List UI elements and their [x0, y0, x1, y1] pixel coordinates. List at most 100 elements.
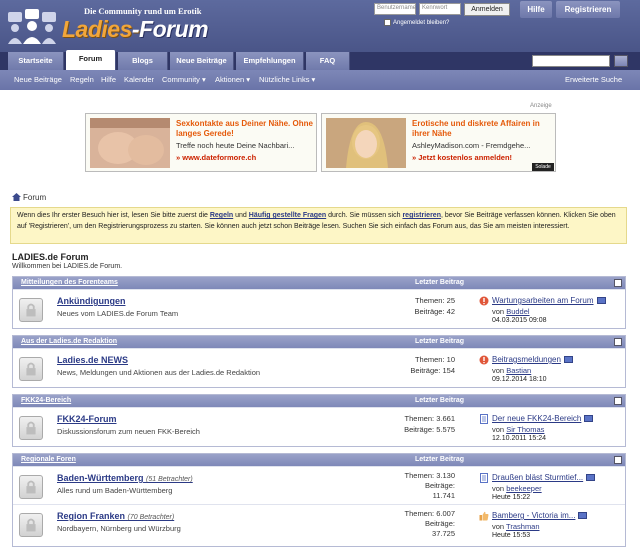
forum-lock-icon	[19, 298, 43, 322]
username-input[interactable]: Benutzername	[374, 3, 416, 15]
last-post-author: von Sir Thomas	[492, 425, 544, 434]
search-input[interactable]	[532, 55, 610, 67]
site-logo[interactable]: Die Community rund um Erotik Ladies-Foru…	[6, 2, 246, 48]
remember-me[interactable]: Angemeldet bleiben?	[384, 19, 449, 26]
forum-lock-icon	[19, 475, 43, 499]
last-post-title-text[interactable]: Bamberg - Victoria im...	[492, 511, 575, 520]
tab-blogs[interactable]: Blogs	[118, 52, 168, 70]
advanced-search-link[interactable]: Erweiterte Suche	[565, 70, 622, 90]
forum-row: Ankündigungen Neues vom LADIES.de Forum …	[13, 289, 625, 327]
notice-faq-link[interactable]: Häufig gestellte Fragen	[249, 212, 326, 219]
collapse-icon[interactable]	[614, 279, 622, 287]
notice-rules-link[interactable]: Regeln	[210, 212, 233, 219]
document-icon	[480, 473, 488, 483]
forum-posts-count: 37.725	[432, 529, 455, 538]
forum-description: Alles rund um Baden-Württemberg	[57, 486, 173, 495]
category-mitteilungen: Mitteilungen des Forenteams Letzter Beit…	[12, 276, 626, 329]
go-to-post-icon[interactable]	[578, 512, 588, 519]
ad-banner-2[interactable]: Erotische und diskrete Affairen in ihrer…	[321, 113, 556, 172]
last-post-title-text[interactable]: Draußen bläst Sturmtief...	[492, 473, 583, 482]
ad-image-2	[326, 118, 406, 168]
subnav-aktionen-menu[interactable]: Aktionen ▾	[215, 70, 250, 90]
register-button[interactable]: Registrieren	[556, 1, 620, 18]
ad-1-title[interactable]: Sexkontakte aus Deiner Nähe. Ohne langes…	[176, 119, 316, 139]
forum-name[interactable]: Ankündigungen	[57, 296, 126, 306]
forum-description: Diskussionsforum zum neuen FKK-Bereich	[57, 427, 200, 436]
ad-2-text: AshleyMadison.com - Fremdgehe...	[412, 141, 531, 150]
author-link[interactable]: beekeeper	[506, 484, 541, 493]
ad-label: Anzeige	[530, 103, 552, 109]
collapse-icon[interactable]	[614, 338, 622, 346]
ad-banner-1[interactable]: Sexkontakte aus Deiner Nähe. Ohne langes…	[85, 113, 317, 172]
tab-neue-beitraege[interactable]: Neue Beiträge	[170, 52, 234, 70]
author-link[interactable]: Bastian	[506, 366, 531, 375]
forum-name-text[interactable]: Baden-Württemberg	[57, 473, 144, 483]
breadcrumb: Forum	[12, 193, 46, 202]
last-post-title-text[interactable]: Wartungsarbeiten am Forum	[492, 296, 594, 305]
forum-threads: Themen: 10	[415, 355, 455, 364]
tab-forum[interactable]: Forum	[66, 50, 116, 70]
forum-name[interactable]: FKK24-Forum	[57, 414, 117, 424]
subnav-regeln[interactable]: Regeln	[70, 70, 94, 90]
posts-label: Beiträge:	[414, 307, 445, 316]
subnav-kalender[interactable]: Kalender	[124, 70, 154, 90]
ad-network-badge[interactable]: Solade	[532, 163, 554, 171]
home-icon[interactable]	[12, 193, 21, 201]
last-post-title[interactable]: Bamberg - Victoria im...	[492, 511, 588, 520]
tab-faq[interactable]: FAQ	[306, 52, 350, 70]
ad-2-title[interactable]: Erotische und diskrete Affairen in ihrer…	[412, 119, 554, 139]
go-to-post-icon[interactable]	[586, 474, 596, 481]
breadcrumb-forum[interactable]: Forum	[23, 193, 46, 202]
category-title[interactable]: Regionale Foren	[21, 454, 76, 466]
go-to-post-icon[interactable]	[584, 415, 594, 422]
go-to-post-icon[interactable]	[596, 297, 606, 304]
last-post-date: 12.10.2011 15:24	[492, 435, 546, 442]
go-to-post-icon[interactable]	[563, 356, 573, 363]
logo-text-ladies: Ladies	[62, 16, 132, 42]
last-post-title[interactable]: Der neue FKK24-Bereich	[492, 414, 594, 423]
subnav-community-menu[interactable]: Community ▾	[162, 70, 206, 90]
category-fkk24: FKK24-Bereich Letzter Beitrag FKK24-Foru…	[12, 394, 626, 447]
login-button[interactable]: Anmelden	[464, 3, 510, 16]
last-post-title-text[interactable]: Beitragsmeldungen	[492, 355, 561, 364]
last-post-title-text[interactable]: Der neue FKK24-Bereich	[492, 414, 581, 423]
threads-label: Themen:	[404, 414, 435, 423]
collapse-icon[interactable]	[614, 397, 622, 405]
forum-lock-icon	[19, 357, 43, 381]
by-label: von	[492, 425, 505, 434]
author-link[interactable]: Buddel	[506, 307, 529, 316]
author-link[interactable]: Trashman	[506, 522, 539, 531]
last-post-title[interactable]: Wartungsarbeiten am Forum	[492, 296, 606, 305]
notice-text-2: und	[233, 212, 249, 219]
remember-checkbox[interactable]	[384, 19, 391, 26]
forum-name[interactable]: Region Franken (70 Betrachter)	[57, 511, 174, 521]
forum-name[interactable]: Ladies.de NEWS	[57, 355, 128, 365]
subnav-neue-beitraege[interactable]: Neue Beiträge	[14, 70, 62, 90]
author-link[interactable]: Sir Thomas	[506, 425, 544, 434]
last-post-header: Letzter Beitrag	[415, 456, 465, 463]
forum-name-text[interactable]: Region Franken	[57, 511, 125, 521]
notice-register-link[interactable]: registrieren	[402, 212, 441, 219]
posts-label: Beiträge:	[404, 425, 435, 434]
help-button[interactable]: Hilfe	[520, 1, 552, 18]
last-post-date: Heute 15:22	[492, 494, 531, 501]
ad-2-link[interactable]: » Jetzt kostenlos anmelden!	[412, 153, 512, 162]
threads-count: 3.130	[436, 471, 455, 480]
last-post-title[interactable]: Draußen bläst Sturmtief...	[492, 473, 596, 482]
category-title[interactable]: FKK24-Bereich	[21, 395, 71, 407]
subnav-nuetzliche-links-menu[interactable]: Nützliche Links ▾	[259, 70, 315, 90]
forum-name[interactable]: Baden-Württemberg (51 Betrachter)	[57, 473, 193, 483]
category-title[interactable]: Mitteilungen des Forenteams	[21, 277, 118, 289]
password-input[interactable]: Kennwort	[419, 3, 461, 15]
forum-viewers: (70 Betrachter)	[127, 514, 175, 521]
subnav-hilfe[interactable]: Hilfe	[101, 70, 116, 90]
ad-1-link[interactable]: » www.dateformore.ch	[176, 153, 256, 162]
category-redaktion: Aus der Ladies.de Redaktion Letzter Beit…	[12, 335, 626, 388]
tab-empfehlungen[interactable]: Empfehlungen	[236, 52, 304, 70]
tab-startseite[interactable]: Startseite	[8, 52, 64, 70]
collapse-icon[interactable]	[614, 456, 622, 464]
last-post-date: Heute 15:53	[492, 532, 531, 539]
last-post-title[interactable]: Beitragsmeldungen	[492, 355, 573, 364]
category-title[interactable]: Aus der Ladies.de Redaktion	[21, 336, 117, 348]
search-submit-button[interactable]	[614, 55, 628, 67]
